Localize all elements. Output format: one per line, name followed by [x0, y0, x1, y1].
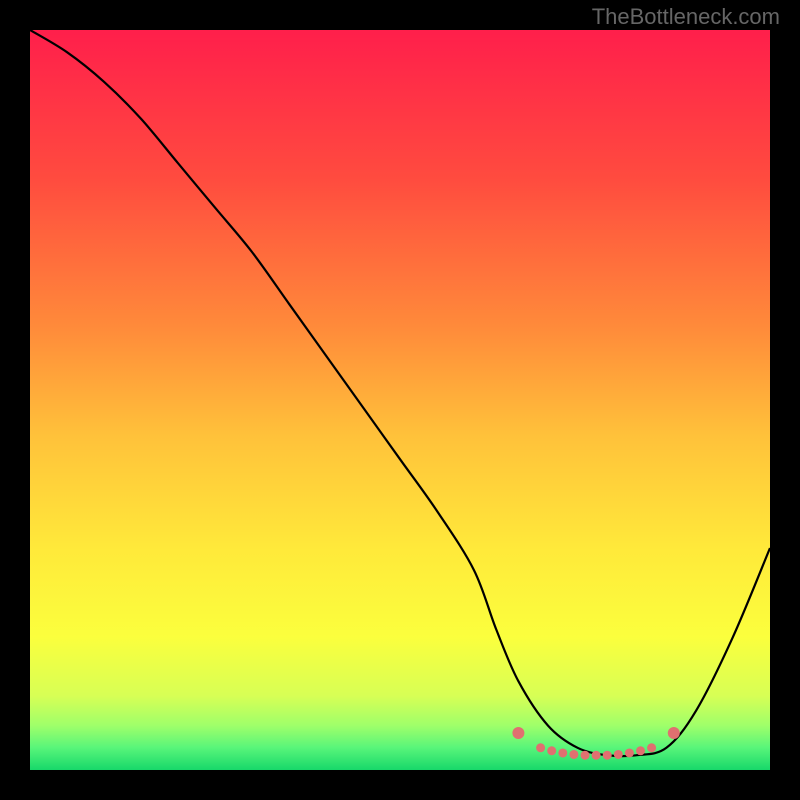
chart-container: TheBottleneck.com [0, 0, 800, 800]
bottleneck-curve [30, 30, 770, 756]
optimal-marker-dot [512, 727, 524, 739]
optimal-marker-dot [647, 743, 656, 752]
curve-layer [30, 30, 770, 770]
optimal-marker-dot [581, 751, 590, 760]
optimal-marker-dot [547, 746, 556, 755]
optimal-marker-dot [536, 743, 545, 752]
optimal-marker-dot [592, 751, 601, 760]
optimal-marker-dot [636, 746, 645, 755]
plot-area [30, 30, 770, 770]
optimal-marker-dot [569, 750, 578, 759]
optimal-marker-dot [558, 748, 567, 757]
optimal-marker-dot [625, 748, 634, 757]
watermark-text: TheBottleneck.com [592, 4, 780, 30]
optimal-range-markers [512, 727, 679, 760]
optimal-marker-dot [603, 751, 612, 760]
optimal-marker-dot [614, 750, 623, 759]
optimal-marker-dot [668, 727, 680, 739]
